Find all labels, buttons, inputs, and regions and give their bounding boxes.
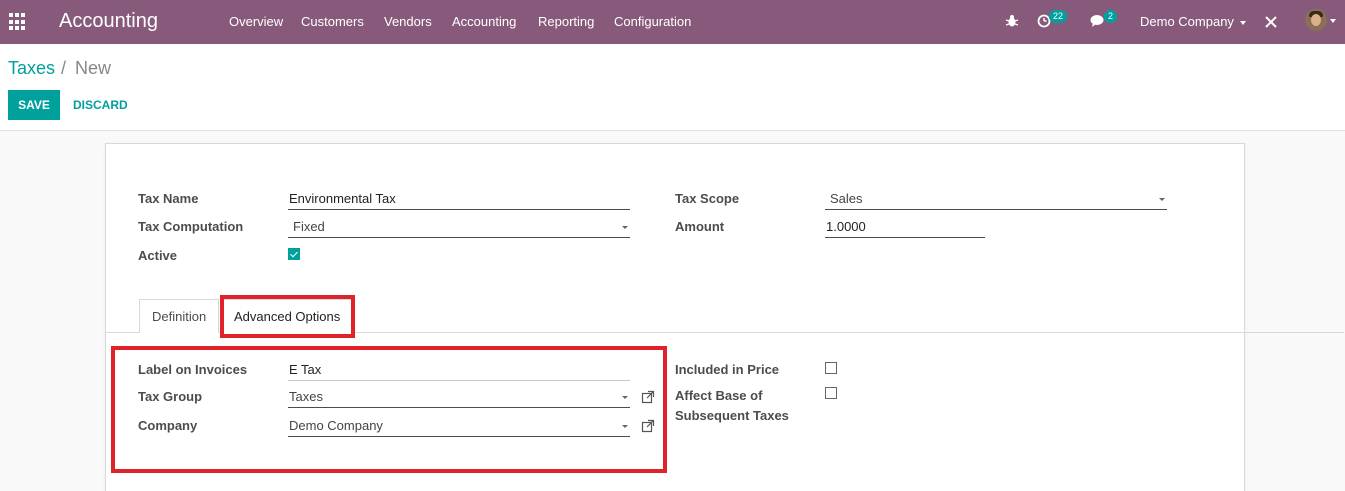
control-panel: Taxes / New SAVE DISCARD (0, 44, 1345, 131)
breadcrumb-current: New (75, 58, 112, 78)
included-in-price-checkbox[interactable] (825, 362, 837, 374)
external-link-icon[interactable] (641, 419, 655, 433)
tax-computation-select[interactable]: Fixed (288, 216, 630, 238)
breadcrumb-taxes[interactable]: Taxes (8, 58, 55, 79)
label-on-invoices-input[interactable]: E Tax (288, 359, 630, 381)
form-sheet: Tax Name Environmental Tax Tax Computati… (105, 143, 1344, 491)
label-on-invoices-value: E Tax (289, 362, 322, 377)
amount-input[interactable]: 1.0000 (825, 216, 985, 238)
tax-scope-label: Tax Scope (675, 191, 740, 206)
menu-configuration[interactable]: Configuration (614, 14, 691, 29)
tax-scope-value: Sales (830, 191, 863, 206)
discard-button[interactable]: DISCARD (73, 90, 128, 120)
external-link-icon[interactable] (641, 390, 655, 404)
menu-vendors[interactable]: Vendors (384, 14, 432, 29)
activity-count-badge: 22 (1049, 10, 1068, 23)
company-switcher[interactable]: Demo Company (1140, 14, 1246, 29)
company-label: Company (138, 418, 198, 433)
company-switcher-label: Demo Company (1140, 14, 1234, 29)
debug-bug-icon[interactable] (1005, 14, 1019, 28)
tab-definition[interactable]: Definition (139, 299, 220, 333)
tax-group-select[interactable]: Taxes (288, 386, 630, 408)
company-select[interactable]: Demo Company (288, 415, 630, 437)
amount-value: 1.0000 (826, 219, 866, 234)
tax-group-label: Tax Group (138, 389, 203, 404)
tax-name-input[interactable]: Environmental Tax (288, 188, 630, 210)
included-in-price-label: Included in Price (675, 362, 780, 377)
affect-base-label-line2: Subsequent Taxes (675, 408, 789, 423)
menu-reporting[interactable]: Reporting (538, 14, 594, 29)
affect-base-checkbox[interactable] (825, 387, 837, 399)
tab-advanced-options[interactable]: Advanced Options (221, 299, 354, 333)
top-navbar: Accounting Overview Customers Vendors Ac… (0, 0, 1345, 44)
tax-group-value: Taxes (289, 389, 323, 404)
chevron-down-icon (622, 396, 628, 399)
tax-computation-label: Tax Computation (138, 219, 244, 234)
amount-label: Amount (675, 219, 725, 234)
chevron-down-icon (1159, 198, 1165, 201)
company-value: Demo Company (289, 418, 383, 433)
menu-customers[interactable]: Customers (301, 14, 364, 29)
apps-menu-icon[interactable] (9, 13, 27, 31)
tax-scope-select[interactable]: Sales (825, 188, 1167, 210)
user-menu-chevron-icon[interactable] (1330, 19, 1336, 23)
menu-overview[interactable]: Overview (229, 14, 283, 29)
tools-icon[interactable] (1264, 15, 1278, 29)
chevron-down-icon (622, 425, 628, 428)
save-button[interactable]: SAVE (8, 90, 60, 120)
affect-base-label-line1: Affect Base of (675, 388, 763, 403)
chevron-down-icon (622, 226, 628, 229)
label-on-invoices-label: Label on Invoices (138, 362, 248, 377)
active-label: Active (138, 248, 178, 263)
message-count-badge: 2 (1104, 10, 1118, 23)
affect-base-label: Affect Base of Subsequent Taxes (675, 386, 789, 426)
active-checkbox[interactable] (288, 248, 300, 260)
chevron-down-icon (1239, 20, 1246, 25)
breadcrumb-separator: / (61, 58, 67, 78)
tax-name-value: Environmental Tax (289, 191, 396, 206)
tax-name-label: Tax Name (138, 191, 199, 206)
user-avatar[interactable] (1305, 9, 1327, 31)
app-brand[interactable]: Accounting (59, 10, 158, 33)
tax-computation-value: Fixed (293, 219, 325, 234)
menu-accounting[interactable]: Accounting (452, 14, 516, 29)
